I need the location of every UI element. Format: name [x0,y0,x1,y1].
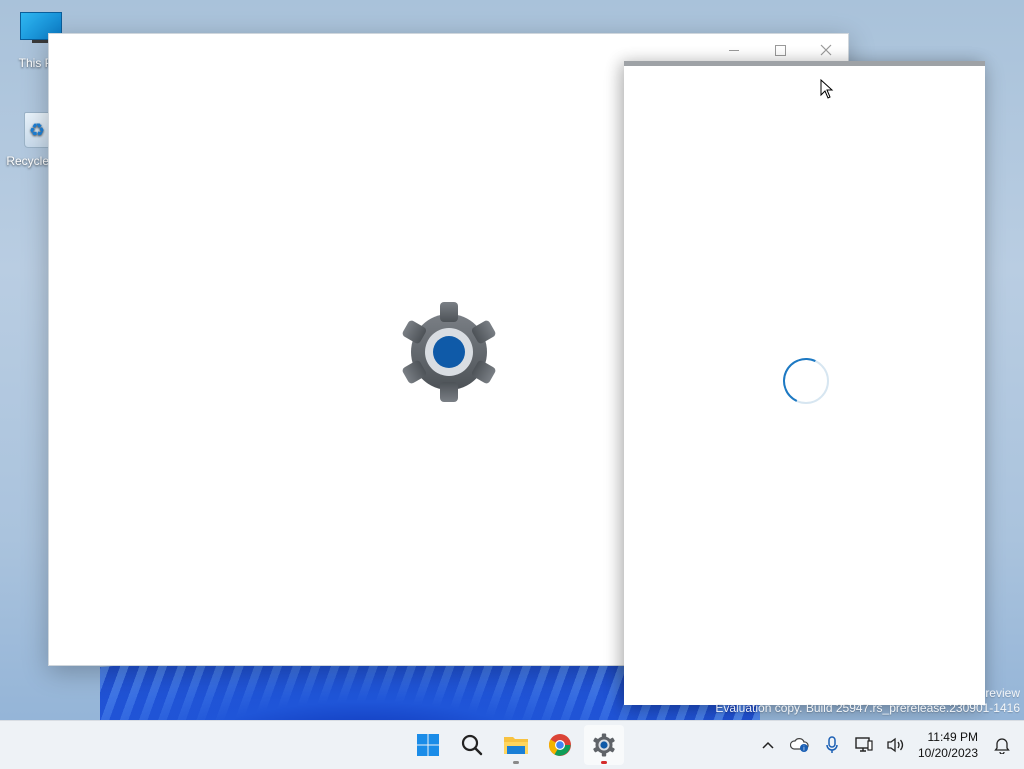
maximize-icon [774,44,786,56]
watermark-line-1: review [985,686,1020,700]
start-icon [417,734,439,756]
network-tray-button[interactable] [848,729,880,761]
settings-gear-icon [399,302,499,402]
microphone-tray-button[interactable] [816,729,848,761]
running-indicator [513,761,519,764]
chrome-icon [549,734,571,756]
minimize-icon [729,49,739,51]
settings-taskbar-button[interactable] [584,725,624,765]
system-tray: i 11:49 PM 10/20/2023 [752,721,1024,769]
chevron-up-icon [762,741,774,749]
microphone-icon [826,736,838,753]
speaker-icon [887,737,904,753]
taskbar-apps [408,725,624,765]
search-button[interactable] [452,725,492,765]
clock-time: 11:49 PM [927,730,978,744]
evaluation-watermark: review Evaluation copy. Build 25947.rs_p… [715,686,1020,716]
settings-icon [593,733,615,757]
chrome-button[interactable] [540,725,580,765]
taskbar-clock[interactable]: 11:49 PM 10/20/2023 [912,729,986,761]
cloud-info-icon: i [789,738,809,753]
bell-icon [994,738,1010,754]
notifications-button[interactable] [986,729,1018,761]
volume-tray-button[interactable] [880,729,912,761]
loading-spinner-icon [783,358,829,404]
start-button[interactable] [408,725,448,765]
running-indicator [601,761,607,764]
close-icon [820,44,832,56]
watermark-line-2: Evaluation copy. Build 25947.rs_prerelea… [715,701,1020,715]
search-icon [461,734,483,756]
mouse-cursor-icon [820,79,834,99]
file-explorer-button[interactable] [496,725,536,765]
network-icon [855,737,873,752]
taskbar: i 11:49 PM 10/20/2023 [0,720,1024,769]
onedrive-tray-button[interactable]: i [784,729,816,761]
show-hidden-icons-button[interactable] [752,729,784,761]
clock-date: 10/20/2023 [917,746,978,760]
file-explorer-icon [504,737,528,754]
loading-window [624,61,985,705]
